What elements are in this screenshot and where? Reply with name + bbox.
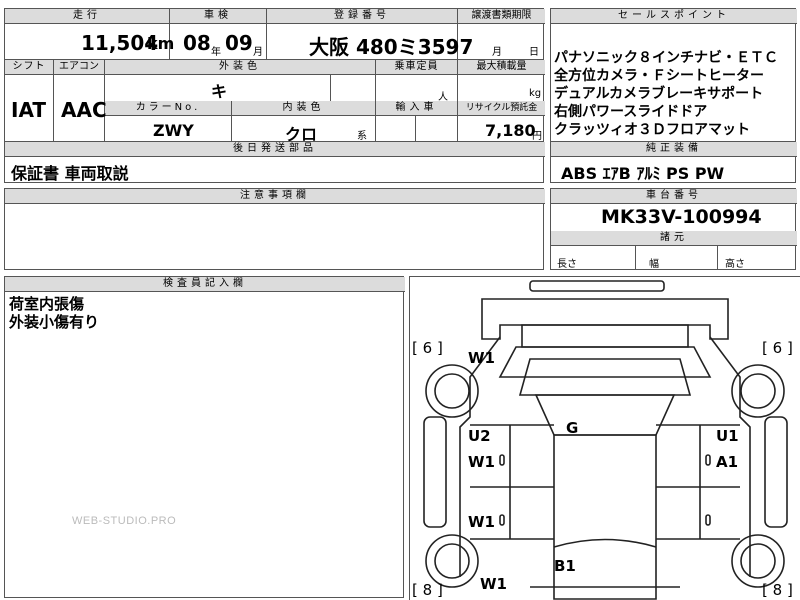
mark-left-rear-fender: W1 [480,575,507,593]
inspection-month: 09 [225,31,253,55]
registration-value: 大阪 480ミ3597 [309,35,474,59]
later-parts-value: 保証書 車両取説 [11,164,129,183]
notes-box: 注意事項欄 [4,188,545,270]
chassis-box: 車台番号 MK33V-100994 諸元 長さ 幅 高さ [550,188,797,270]
chassis-value: MK33V-100994 [601,206,762,228]
color-no-value: ZWY [153,121,194,140]
mark-left-front-door-u: U2 [468,427,491,445]
inspector-note: 外装小傷有り [9,313,100,331]
transfer-month: 月 [492,47,502,58]
height-label: 高さ [725,259,745,270]
interior-unit: 系 [357,131,367,142]
selling-point: クラッツィオ３Ｄフロアマット [554,122,750,138]
inspector-header: 検査員記入欄 [5,277,405,292]
inspection-year: 08 [183,31,211,55]
color-no-header: カラーNo. [105,101,231,116]
tire-rear-left: [ 8 ] [412,581,443,599]
interior-header: 内装色 [232,101,375,116]
recycle-value: 7,180 [485,121,536,140]
recycle-unit: 円 [532,131,542,142]
genuine-header: 純正装備 [551,142,797,157]
mileage-header: 走行 [5,9,169,24]
selling-point: 右側パワースライドドア [554,104,708,120]
shift-value: IAT [11,98,47,122]
notes-header: 注意事項欄 [5,189,545,204]
tire-front-right: [ 6 ] [762,339,793,357]
recycle-header: リサイクル預託金 [458,101,545,116]
selling-point: パナソニック８インチナビ・ＥＴＣ [554,50,778,66]
genuine-box: 純正装備 ABS ｴｱB ｱﾙﾐ PS PW [550,141,797,183]
inspector-note: 荷室内張傷 [9,295,85,313]
mileage-unit: km [147,34,175,53]
registration-header: 登録番号 [267,9,457,24]
mark-right-front-door-u: U1 [716,427,739,445]
selling-points-header: セールスポイント [551,9,797,24]
load-header: 最大積載量 [458,60,545,75]
length-label: 長さ [557,259,577,270]
mark-left-rear-door: W1 [468,513,495,531]
capacity-header: 乗車定員 [376,60,457,75]
ac-header: エアコン [54,60,104,75]
capacity-unit: 人 [438,92,448,103]
inspection-header: 車検 [170,9,266,24]
selling-points-list: パナソニック８インチナビ・ＥＴＣ 全方位カメラ・Ｆシートヒーター デュアルカメラ… [554,49,778,139]
ac-value: AAC [61,98,107,122]
shift-header: シフト [5,60,53,75]
tire-front-left: [ 6 ] [412,339,443,357]
transfer-header: 譲渡書類期限 [458,9,545,24]
inspector-box: 検査員記入欄 荷室内張傷 外装小傷有り [4,276,405,598]
chassis-header: 車台番号 [551,189,797,204]
import-header: 輸入車 [376,101,457,116]
vehicle-info-top: 走行 車検 登録番号 譲渡書類期限 11,504 km 08 年 09 月 大阪… [4,8,545,60]
genuine-value: ABS ｴｱB ｱﾙﾐ PS PW [561,164,725,183]
mark-front-left-fender: W1 [468,349,495,367]
mark-windshield: G [566,419,579,437]
car-diagram: [ 6 ] [ 6 ] [ 8 ] [ 8 ] W1 U2 W1 W1 W1 G… [409,276,800,600]
load-unit: kg [529,88,542,99]
mark-back: B1 [554,557,576,575]
tire-rear-right: [ 8 ] [762,581,793,599]
exterior-value: キ [211,82,228,101]
watermark-text: WEB-STUDIO.PRO [72,515,177,527]
width-label: 幅 [649,259,659,270]
mark-left-front-door-w: W1 [468,453,495,471]
exterior-header: 外装色 [105,60,375,75]
inspection-year-unit: 年 [211,47,221,58]
later-parts-header: 後日発送部品 [5,142,545,157]
vehicle-info-spec: シフト エアコン 外装色 乗車定員 最大積載量 カラーNo. 内装色 輸入車 リ… [4,59,545,144]
selling-points-box: セールスポイント パナソニック８インチナビ・ＥＴＣ 全方位カメラ・Ｆシートヒータ… [550,8,797,142]
mark-right-front-door-a: A1 [716,453,739,471]
later-parts-box: 後日発送部品 保証書 車両取説 [4,141,545,183]
transfer-day: 日 [529,47,539,58]
selling-point: 全方位カメラ・Ｆシートヒーター [554,68,764,84]
dims-header: 諸元 [551,231,797,246]
inspector-notes: 荷室内張傷 外装小傷有り [9,295,99,331]
selling-point: デュアルカメラブレーキサポート [554,86,764,102]
inspection-month-unit: 月 [253,47,263,58]
